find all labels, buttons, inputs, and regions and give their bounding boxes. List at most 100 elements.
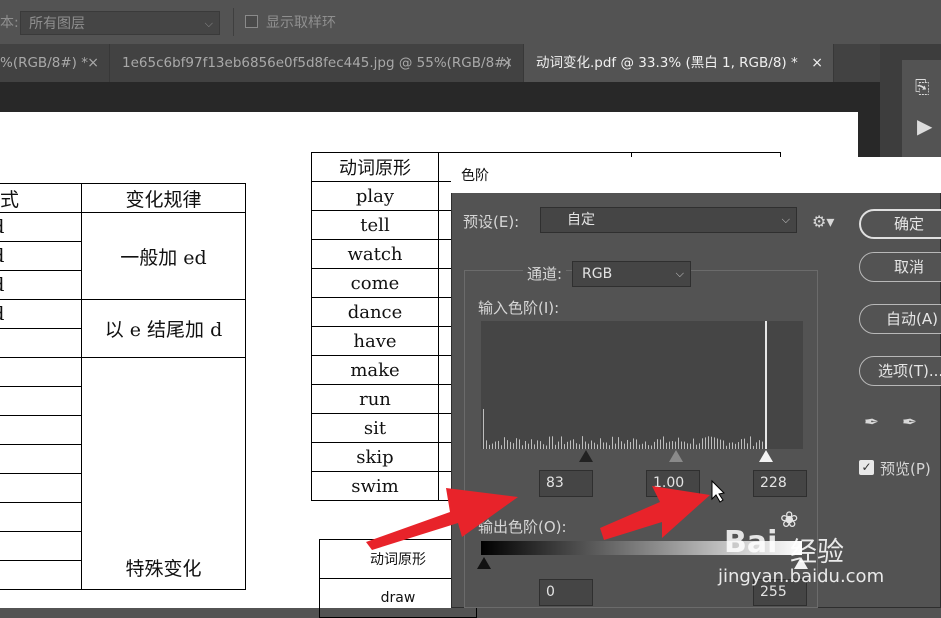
histogram-bar — [648, 445, 649, 449]
gear-icon[interactable]: ⚙▾ — [812, 212, 834, 231]
histogram-bar — [621, 441, 622, 449]
watermark-logo-cn: 经验 — [790, 537, 844, 568]
dialog-titlebar[interactable] — [451, 157, 941, 193]
close-icon[interactable]: × — [811, 44, 823, 82]
histogram-bar — [627, 439, 628, 449]
histogram-bar — [651, 445, 652, 449]
histogram-bar — [615, 443, 616, 449]
watermark-logo: Bai — [724, 525, 778, 560]
histogram-bar — [708, 436, 709, 449]
watermark-url: jingyan.baidu.com — [718, 566, 885, 587]
histogram — [481, 321, 803, 449]
histogram-bar — [579, 444, 580, 449]
output-levels-label: 输出色阶(O): — [478, 518, 567, 536]
histogram-bar — [726, 445, 727, 449]
input-black-slider[interactable] — [579, 450, 593, 462]
histogram-bar — [744, 438, 745, 449]
histogram-bar — [702, 438, 703, 449]
histogram-bar — [672, 441, 673, 449]
dialog-title: 色阶 — [461, 168, 489, 184]
output-black-slider[interactable] — [477, 557, 491, 569]
table-cell: sit — [311, 413, 439, 443]
histogram-bar — [684, 441, 685, 449]
show-sampling-ring-label: 显示取样环 — [266, 15, 336, 31]
ok-button[interactable]: 确定 — [859, 209, 941, 239]
play-icon[interactable]: ▶ — [917, 114, 932, 138]
histogram-bar — [705, 437, 706, 449]
histogram-bar — [696, 444, 697, 449]
histogram-bar — [720, 439, 721, 449]
document-tab[interactable]: 1e65c6bf97f13eb6856e0f5d8fec445.jpg @ 55… — [110, 44, 524, 82]
histogram-bar — [519, 439, 520, 449]
input-gamma-slider[interactable] — [669, 450, 683, 462]
preview-checkbox[interactable]: ✓ — [859, 460, 874, 475]
input-white-field[interactable]: 228 — [753, 470, 807, 497]
histogram-bar — [522, 445, 523, 449]
histogram-bar — [507, 440, 508, 449]
close-icon[interactable]: × — [501, 44, 513, 82]
histogram-bar — [624, 443, 625, 449]
histogram-bar — [747, 443, 748, 449]
input-levels-label: 输入色阶(I): — [478, 299, 560, 317]
gray-eyedropper-icon[interactable]: ✒ — [902, 412, 917, 433]
histogram-bar — [723, 440, 724, 449]
histogram-bar — [645, 441, 646, 449]
histogram-bar — [603, 442, 604, 449]
rule-cell: 特殊变化 — [81, 357, 246, 590]
options-button[interactable]: 选项(T)... — [859, 356, 941, 386]
verb-past-tense-table: 去式 变化规律 ed 一般加 ed ed ed ed 以 e 结尾加 d d 特… — [0, 183, 246, 590]
table-cell: ed — [0, 212, 82, 242]
options-separator — [233, 8, 234, 36]
histogram-bar — [666, 442, 667, 449]
close-icon[interactable]: × — [87, 44, 99, 82]
chevron-down-icon: ⌵ — [204, 17, 213, 30]
histogram-bar — [654, 441, 655, 449]
input-black-field[interactable]: 83 — [539, 470, 593, 497]
table-header: 去式 — [0, 183, 82, 213]
histogram-bar — [675, 441, 676, 449]
table-header: 变化规律 — [81, 183, 246, 213]
histogram-bar — [555, 444, 556, 449]
histogram-bar — [657, 439, 658, 449]
histogram-bar — [681, 441, 682, 449]
histogram-bar — [564, 444, 565, 449]
output-black-field[interactable]: 0 — [539, 579, 593, 606]
histogram-bar — [738, 442, 739, 449]
document-tab-active[interactable]: 动词变化.pdf @ 33.3% (黑白 1, RGB/8) * × — [524, 44, 834, 82]
histogram-bar — [756, 442, 757, 449]
histogram-bar — [729, 442, 730, 449]
input-gamma-field[interactable]: 1.00 — [646, 470, 700, 497]
sample-layers-select[interactable]: 所有图层 ⌵ — [20, 11, 220, 35]
channel-label: 通道: — [523, 263, 567, 284]
histogram-bar — [612, 436, 613, 449]
tab-label: 1e65c6bf97f13eb6856e0f5d8fec445.jpg @ 55… — [122, 55, 511, 71]
rule-cell: 以 e 结尾加 d — [81, 299, 246, 358]
table-cell: ed — [0, 270, 82, 300]
table-cell: come — [311, 268, 439, 298]
histogram-bar — [585, 441, 586, 449]
channel-select[interactable]: RGB ⌵ — [572, 261, 691, 287]
histogram-bar — [633, 438, 634, 449]
document-tab[interactable]: %(RGB/8#) * × — [0, 44, 110, 82]
input-white-slider[interactable] — [759, 450, 773, 462]
histogram-bar — [741, 439, 742, 449]
history-icon[interactable]: ⎘ — [915, 77, 929, 98]
histogram-bar — [732, 442, 733, 449]
table-cell: skip — [311, 442, 439, 472]
channel-value: RGB — [582, 266, 613, 282]
histogram-bar — [483, 409, 484, 449]
cancel-button[interactable]: 取消 — [859, 252, 941, 282]
histogram-bar — [588, 443, 589, 449]
auto-button[interactable]: 自动(A) — [859, 304, 941, 334]
black-eyedropper-icon[interactable]: ✒ — [864, 412, 879, 433]
histogram-bar — [582, 436, 583, 449]
histogram-bar — [501, 445, 502, 449]
table-cell: play — [311, 181, 439, 211]
table-cell: run — [311, 384, 439, 414]
show-sampling-ring-checkbox[interactable] — [245, 15, 258, 28]
histogram-bar — [552, 436, 553, 449]
histogram-bar — [750, 436, 751, 449]
histogram-bar — [753, 445, 754, 449]
preset-select[interactable]: 自定 ⌵ — [540, 207, 797, 233]
histogram-bar — [492, 443, 493, 449]
